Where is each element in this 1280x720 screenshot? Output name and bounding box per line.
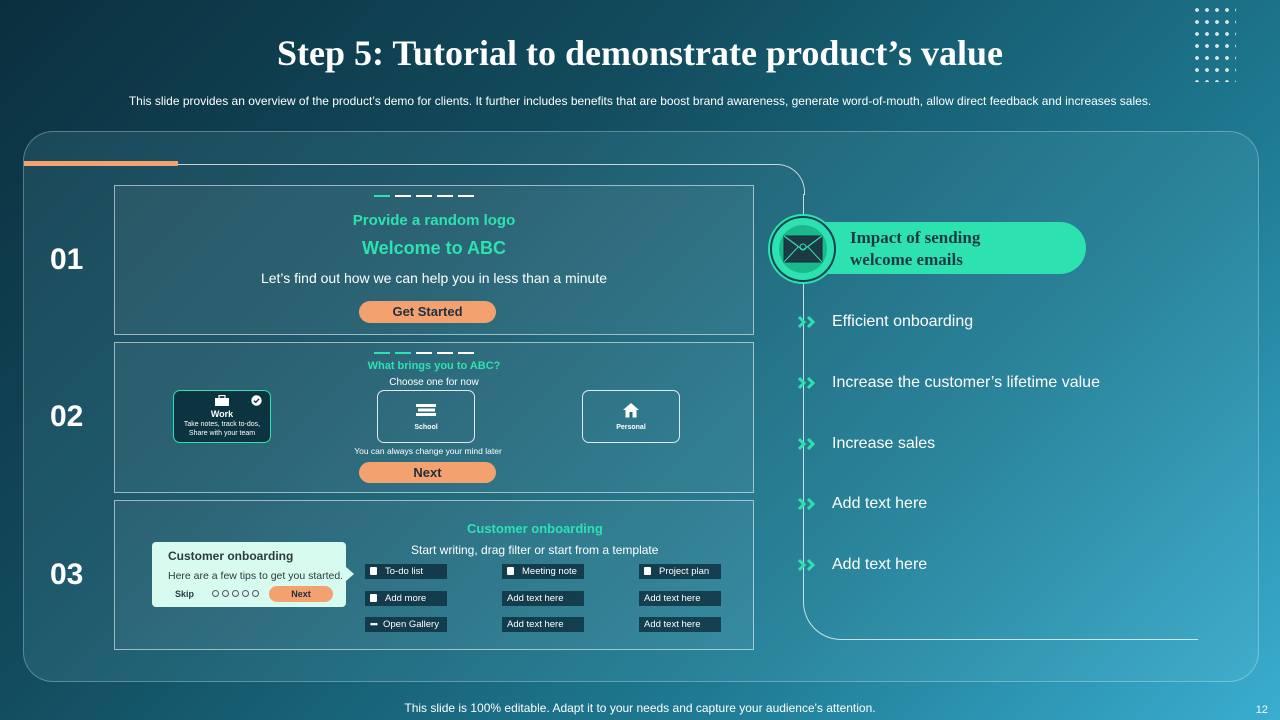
skip-button[interactable]: Skip: [175, 589, 194, 599]
template-todo-list[interactable]: To-do list: [365, 564, 447, 579]
step-03-card: Customer onboarding Start writing, drag …: [114, 500, 754, 650]
template-label: To-do list: [385, 566, 424, 577]
check-icon: [251, 395, 262, 406]
template-open-gallery[interactable]: ••• Open Gallery: [365, 617, 447, 632]
note-icon: [644, 567, 651, 575]
accent-bar: [24, 161, 178, 166]
impact-item-label: Efficient onboarding: [832, 313, 974, 330]
template-label: Add more: [385, 593, 427, 604]
mail-badge-inner: [779, 225, 827, 273]
tip-card: Customer onboarding Here are a few tips …: [152, 542, 346, 607]
option-school[interactable]: School: [377, 390, 475, 443]
note-icon: [370, 594, 377, 602]
step-progress-dashes: [374, 195, 474, 197]
slide-footer: This slide is 100% editable. Adapt it to…: [404, 701, 876, 715]
note-icon: [507, 567, 514, 575]
step-01-card: Provide a random logo Welcome to ABC Let…: [114, 185, 754, 335]
chevron-bullet-icon: [798, 497, 816, 511]
template-label: Open Gallery: [382, 619, 439, 630]
template-project-plan[interactable]: Project plan: [639, 564, 721, 579]
option-work[interactable]: Work Take notes, track to-dos, Share wit…: [173, 390, 271, 443]
slide-title: Step 5: Tutorial to demonstrate product’…: [276, 33, 1003, 73]
page-number: 12: [1255, 704, 1268, 716]
template-placeholder[interactable]: Add text here: [639, 617, 721, 632]
briefcase-icon: [215, 395, 229, 406]
impact-item-label: Add text here: [832, 556, 928, 573]
chevron-bullet-icon: [798, 376, 816, 390]
decorative-dot-grid: [1192, 4, 1236, 82]
choose-instruction: Choose one for now: [389, 377, 479, 388]
impact-heading: Impact of sending welcome emails: [850, 227, 980, 271]
welcome-tagline: Let’s find out how we can help you in le…: [260, 270, 608, 286]
change-mind-note: You can always change your mind later: [354, 446, 502, 456]
question-heading: What brings you to ABC?: [367, 360, 501, 372]
option-school-title: School: [414, 424, 438, 431]
option-personal-title: Personal: [616, 424, 646, 431]
template-label: Add text here: [644, 619, 701, 630]
step-progress-dashes: [374, 352, 474, 354]
tip-next-button[interactable]: Next: [269, 586, 333, 602]
house-icon: [623, 403, 639, 418]
more-dots-icon: •••: [370, 619, 378, 630]
chevron-bullet-icon: [798, 315, 816, 329]
chevron-bullet-icon: [798, 437, 816, 451]
tip-text: Here are a few tips to get you started.: [168, 570, 344, 582]
step-number-02: 02: [50, 400, 84, 433]
tip-progress-dots: [212, 590, 259, 597]
template-label: Add text here: [644, 593, 701, 604]
impact-item-label: Increase the customer’s lifetime value: [832, 374, 1100, 391]
step-02-card: What brings you to ABC? Choose one for n…: [114, 342, 754, 493]
template-instruction: Start writing, drag filter or start from…: [411, 543, 659, 557]
template-placeholder[interactable]: Add text here: [502, 591, 584, 606]
template-label: Add text here: [507, 619, 564, 630]
impact-item-label: Increase sales: [832, 435, 936, 452]
impact-heading-line1: Impact of sending: [850, 228, 981, 247]
tip-title: Customer onboarding: [168, 549, 294, 563]
welcome-heading: Welcome to ABC: [361, 238, 507, 258]
onboarding-heading: Customer onboarding: [467, 521, 603, 536]
envelope-icon: [783, 235, 823, 263]
template-placeholder[interactable]: Add text here: [639, 591, 721, 606]
mail-badge: [770, 216, 836, 282]
logo-placeholder-text: Provide a random logo: [352, 212, 516, 229]
step-number-03: 03: [50, 558, 84, 591]
books-icon: [416, 404, 436, 416]
template-meeting-note[interactable]: Meeting note: [502, 564, 584, 579]
get-started-button[interactable]: Get Started: [359, 301, 496, 323]
step-number-01: 01: [50, 243, 84, 276]
slide-subtitle: This slide provides an overview of the p…: [128, 94, 1152, 108]
option-personal[interactable]: Personal: [582, 390, 680, 443]
tip-pointer: [346, 567, 354, 581]
impact-item-label: Add text here: [832, 495, 928, 512]
impact-heading-line2: welcome emails: [850, 250, 963, 269]
template-add-more[interactable]: Add more: [365, 591, 447, 606]
note-icon: [370, 567, 377, 575]
template-label: Project plan: [659, 566, 710, 577]
next-button[interactable]: Next: [359, 462, 496, 483]
option-work-desc: Take notes, track to-dos, Share with you…: [183, 421, 261, 437]
template-placeholder[interactable]: Add text here: [502, 617, 584, 632]
impact-heading-pill: Impact of sending welcome emails: [798, 222, 1086, 274]
template-label: Meeting note: [522, 566, 577, 577]
chevron-bullet-icon: [798, 558, 816, 572]
template-label: Add text here: [507, 593, 564, 604]
option-work-title: Work: [210, 409, 234, 419]
